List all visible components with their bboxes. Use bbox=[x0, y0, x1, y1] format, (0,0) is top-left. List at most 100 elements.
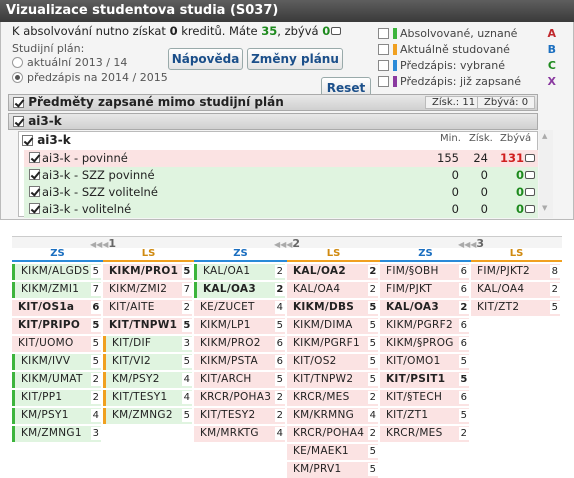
legend-item[interactable]: Předzápis: vybrané C bbox=[378, 58, 556, 73]
course-credits: 6 bbox=[459, 283, 469, 296]
checkbox-icon[interactable] bbox=[22, 135, 33, 146]
course-cell[interactable]: KIT/TNPW2 5 bbox=[287, 372, 378, 388]
course-code: KIKM/IVV bbox=[21, 355, 71, 367]
course-cell[interactable]: KAL/OA1 2 bbox=[194, 264, 285, 280]
course-cell[interactable]: KAL/OA4 2 bbox=[287, 282, 378, 298]
checkbox-icon[interactable] bbox=[378, 28, 389, 39]
course-cell[interactable]: KIKM/PRO1 5 bbox=[103, 264, 192, 280]
course-cell[interactable]: KIKM/DIMA 5 bbox=[287, 318, 378, 334]
legend-item[interactable]: Aktuálně studované B bbox=[378, 42, 556, 57]
course-credits: 5 bbox=[368, 355, 378, 368]
legend-item[interactable]: Absolvované, uznané A bbox=[378, 26, 556, 41]
course-cell[interactable]: KM/ZMNG1 3 bbox=[12, 426, 101, 442]
course-cell[interactable]: KIT/OMO1 5 bbox=[380, 354, 469, 370]
plan-row[interactable]: ai3-k - povinné 155 24 131 bbox=[24, 150, 538, 167]
group-header[interactable]: ai3-k bbox=[8, 113, 538, 130]
course-cell[interactable]: KAL/OA3 2 bbox=[380, 300, 469, 316]
course-cell[interactable]: KIKM/PGRF2 6 bbox=[380, 318, 469, 334]
course-cell[interactable]: KRCR/POHA3 2 bbox=[194, 390, 285, 406]
course-cell[interactable]: KRCR/MES 2 bbox=[287, 390, 378, 406]
checkbox-icon[interactable] bbox=[378, 44, 389, 55]
course-code: KIT/TESY2 bbox=[200, 409, 256, 421]
course-cell[interactable]: KM/PRV1 5 bbox=[287, 462, 378, 478]
course-cell[interactable]: KM/ZMNG2 5 bbox=[103, 408, 192, 424]
course-cell[interactable]: KIKM/UMAT 2 bbox=[12, 372, 101, 388]
course-cell[interactable]: KRCR/MES 2 bbox=[380, 426, 469, 442]
course-cell[interactable]: KIT/DIF 3 bbox=[103, 336, 192, 352]
course-code: KIT/OS2 bbox=[293, 355, 337, 367]
checkbox-icon[interactable] bbox=[13, 97, 24, 108]
course-cell[interactable]: KM/KRMNG 4 bbox=[287, 408, 378, 424]
course-cell[interactable]: KAL/OA3 2 bbox=[194, 282, 285, 298]
course-cell[interactable]: KIT/OS1a 6 bbox=[12, 300, 101, 316]
legend-item[interactable]: Předzápis: již zapsané X bbox=[378, 74, 556, 89]
course-cell[interactable]: KIT/ZT2 5 bbox=[471, 300, 560, 316]
col-min: Min. bbox=[440, 133, 461, 144]
course-credits: 5 bbox=[91, 265, 101, 278]
legend-color bbox=[393, 60, 397, 71]
course-cell[interactable]: KIT/§TECH 6 bbox=[380, 390, 469, 406]
course-cell[interactable]: KE/MAEK1 5 bbox=[287, 444, 378, 460]
course-cell[interactable]: KIT/PP1 2 bbox=[12, 390, 101, 406]
course-cell[interactable]: KIKM/§PROG 6 bbox=[380, 336, 469, 352]
course-credits: 5 bbox=[91, 355, 101, 368]
course-cell[interactable]: FIM/PJKT2 8 bbox=[471, 264, 560, 280]
checkbox-icon[interactable] bbox=[29, 203, 40, 214]
course-cell[interactable]: KIT/ARCH 5 bbox=[194, 372, 285, 388]
course-cell[interactable]: KIT/ZT1 5 bbox=[380, 408, 469, 424]
course-cell[interactable]: KIKM/ALGDS 5 bbox=[12, 264, 101, 280]
radio-selected-icon[interactable] bbox=[12, 72, 23, 83]
window-title: Vizualizace studentova studia (S037) bbox=[0, 0, 574, 22]
plan-row[interactable]: ai3-k - volitelné 0 0 0 bbox=[24, 201, 538, 218]
scroll-down-icon[interactable]: ▼ bbox=[542, 204, 547, 212]
course-cell[interactable]: KIT/VI2 5 bbox=[103, 354, 192, 370]
plan-changes-button[interactable]: Změny plánu bbox=[247, 48, 343, 70]
course-cell[interactable]: KAL/OA2 2 bbox=[287, 264, 378, 280]
course-cell[interactable]: KM/MRKTG 4 bbox=[194, 426, 285, 442]
course-cell[interactable]: KAL/OA4 2 bbox=[471, 282, 560, 298]
course-cell[interactable]: KIKM/DBS 5 bbox=[287, 300, 378, 316]
plan-option-current[interactable]: aktuální 2013 / 14 bbox=[12, 56, 127, 69]
course-cell[interactable]: KIT/AITE 2 bbox=[103, 300, 192, 316]
course-cell[interactable]: KIT/UOMO 5 bbox=[12, 336, 101, 352]
course-cell[interactable]: KM/PSY2 4 bbox=[103, 372, 192, 388]
course-cell[interactable]: KIT/PSIT1 5 bbox=[380, 372, 469, 388]
radio-icon[interactable] bbox=[12, 57, 23, 68]
course-cell[interactable]: KIKM/PGRF1 5 bbox=[287, 336, 378, 352]
course-cell[interactable]: KIKM/ZMI1 7 bbox=[12, 282, 101, 298]
course-cell[interactable]: KIT/PRIPO 5 bbox=[12, 318, 101, 334]
course-cell[interactable]: KIKM/LP1 5 bbox=[194, 318, 285, 334]
course-cell[interactable]: KM/PSY1 4 bbox=[12, 408, 101, 424]
course-cell[interactable]: FIM/§OBH 6 bbox=[380, 264, 469, 280]
checkbox-icon[interactable] bbox=[29, 152, 40, 163]
course-cell[interactable]: FIM/PJKT 6 bbox=[380, 282, 469, 298]
checkbox-icon[interactable] bbox=[29, 186, 40, 197]
legend-color bbox=[393, 28, 397, 39]
course-code: KIT/OMO1 bbox=[386, 355, 441, 367]
plan-row[interactable]: ai3-k - SZZ povinné 0 0 0 bbox=[24, 167, 538, 184]
course-cell[interactable]: KE/ZUCET 4 bbox=[194, 300, 285, 316]
course-cell[interactable]: KIKM/PSTA 6 bbox=[194, 354, 285, 370]
help-button[interactable]: Nápověda bbox=[168, 48, 243, 70]
scrollbar[interactable]: ▲ ▼ bbox=[539, 130, 553, 218]
course-cell[interactable]: KIKM/IVV 5 bbox=[12, 354, 101, 370]
subgroup-header[interactable]: ai3-k Min. Získ. Zbývá bbox=[22, 133, 538, 150]
course-credits: 2 bbox=[91, 391, 101, 404]
course-cell[interactable]: KIT/OS2 5 bbox=[287, 354, 378, 370]
plan-row[interactable]: ai3-k - SZZ volitelné 0 0 0 bbox=[24, 184, 538, 201]
plan-option-preregistration[interactable]: předzápis na 2014 / 2015 bbox=[12, 71, 168, 84]
checkbox-icon[interactable] bbox=[29, 169, 40, 180]
scroll-up-icon[interactable]: ▲ bbox=[542, 132, 547, 140]
course-cell[interactable]: KIT/TESY2 2 bbox=[194, 408, 285, 424]
course-cell[interactable]: KIKM/PRO2 6 bbox=[194, 336, 285, 352]
checkbox-icon[interactable] bbox=[378, 76, 389, 87]
year-header: ◀◀◀1 bbox=[12, 236, 194, 250]
course-cell[interactable]: KRCR/POHA4 2 bbox=[287, 426, 378, 442]
checkbox-icon[interactable] bbox=[378, 60, 389, 71]
outside-plan-header[interactable]: Předměty zapsané mimo studijní plán Získ… bbox=[8, 94, 538, 111]
course-cell[interactable]: KIKM/ZMI2 7 bbox=[103, 282, 192, 298]
checkbox-icon[interactable] bbox=[13, 116, 24, 127]
course-code: KIT/UOMO bbox=[18, 337, 74, 349]
course-cell[interactable]: KIT/TNPW1 5 bbox=[103, 318, 192, 334]
course-cell[interactable]: KIT/TESY1 4 bbox=[103, 390, 192, 406]
